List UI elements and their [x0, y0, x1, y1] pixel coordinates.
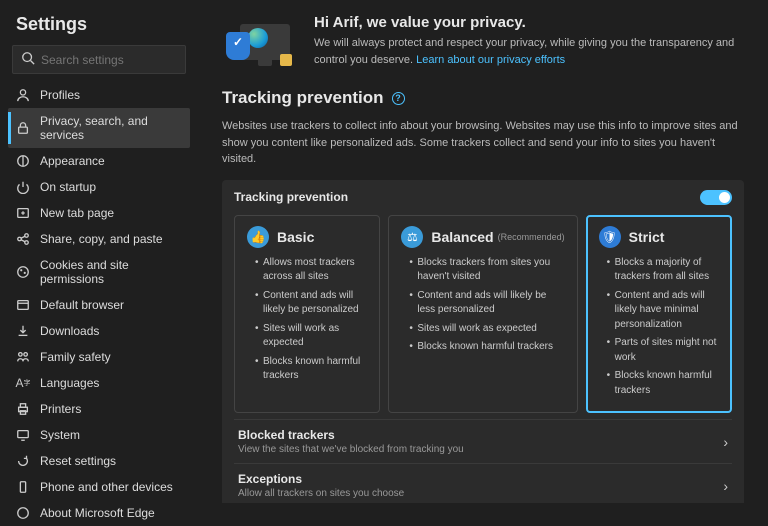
sidebar-item-label: Privacy, search, and services	[40, 114, 182, 142]
card-subtitle: (Recommended)	[498, 232, 565, 242]
sidebar-nav: Profiles Privacy, search, and services A…	[8, 82, 190, 526]
appearance-icon	[16, 154, 30, 168]
sidebar-item-label: Cookies and site permissions	[40, 258, 182, 286]
tracking-section-title: Tracking prevention ?	[222, 88, 744, 108]
balanced-icon: ⚖	[401, 226, 423, 248]
hero-title: Hi Arif, we value your privacy.	[314, 14, 744, 31]
sidebar-item-label: Printers	[40, 402, 81, 416]
phone-icon	[16, 480, 30, 494]
sidebar-item-about[interactable]: About Microsoft Edge	[8, 500, 190, 526]
sidebar-item-profiles[interactable]: Profiles	[8, 82, 190, 108]
sidebar-item-family[interactable]: Family safety	[8, 344, 190, 370]
tracking-panel: Tracking prevention 👍Basic Allows most t…	[222, 180, 744, 504]
panel-label: Tracking prevention	[234, 190, 348, 204]
sidebar-item-languages[interactable]: A字 Languages	[8, 370, 190, 396]
share-icon	[16, 232, 30, 246]
sidebar-item-label: Reset settings	[40, 454, 116, 468]
search-input[interactable]	[41, 53, 196, 67]
sidebar-item-privacy[interactable]: Privacy, search, and services	[8, 108, 190, 148]
sidebar-item-share[interactable]: Share, copy, and paste	[8, 226, 190, 252]
sidebar-item-startup[interactable]: On startup	[8, 174, 190, 200]
main-content: Hi Arif, we value your privacy. We will …	[198, 0, 768, 503]
hero-illustration	[222, 14, 294, 70]
edge-icon	[16, 506, 30, 520]
search-box[interactable]	[12, 45, 186, 74]
chevron-right-icon: ›	[723, 478, 728, 494]
printer-icon	[16, 402, 30, 416]
system-icon	[16, 428, 30, 442]
sidebar-item-label: Profiles	[40, 88, 80, 102]
sidebar-item-label: Appearance	[40, 154, 105, 168]
exceptions-row[interactable]: ExceptionsAllow all trackers on sites yo…	[234, 463, 732, 503]
sidebar-item-label: Phone and other devices	[40, 480, 173, 494]
tracking-toggle[interactable]	[700, 190, 732, 205]
sidebar-item-phone[interactable]: Phone and other devices	[8, 474, 190, 500]
privacy-efforts-link[interactable]: Learn about our privacy efforts	[416, 54, 565, 66]
sidebar-item-label: About Microsoft Edge	[40, 506, 155, 520]
hero-text: We will always protect and respect your …	[314, 35, 744, 68]
sidebar-item-label: Languages	[40, 376, 99, 390]
strict-icon: 🛡	[599, 226, 621, 248]
sidebar-item-label: New tab page	[40, 206, 114, 220]
chevron-right-icon: ›	[723, 434, 728, 450]
search-icon	[21, 51, 35, 68]
sidebar-item-label: Family safety	[40, 350, 111, 364]
sidebar-item-label: Downloads	[40, 324, 99, 338]
card-title: Balanced	[431, 229, 493, 245]
sidebar-item-system[interactable]: System	[8, 422, 190, 448]
sidebar-item-printers[interactable]: Printers	[8, 396, 190, 422]
card-basic[interactable]: 👍Basic Allows most trackers across all s…	[234, 215, 380, 414]
sidebar-item-appearance[interactable]: Appearance	[8, 148, 190, 174]
tracking-desc: Websites use trackers to collect info ab…	[222, 118, 744, 168]
browser-icon	[16, 298, 30, 312]
info-icon[interactable]: ?	[392, 92, 405, 105]
lock-icon	[16, 121, 30, 135]
sidebar-item-label: System	[40, 428, 80, 442]
card-title: Basic	[277, 229, 314, 245]
sidebar: Settings Profiles Privacy, search, and s…	[0, 0, 198, 503]
sidebar-item-newtab[interactable]: New tab page	[8, 200, 190, 226]
newtab-icon	[16, 206, 30, 220]
sidebar-item-downloads[interactable]: Downloads	[8, 318, 190, 344]
reset-icon	[16, 454, 30, 468]
card-balanced[interactable]: ⚖Balanced(Recommended) Blocks trackers f…	[388, 215, 577, 414]
sidebar-item-label: Share, copy, and paste	[40, 232, 163, 246]
profile-icon	[16, 88, 30, 102]
sidebar-item-label: Default browser	[40, 298, 124, 312]
blocked-trackers-row[interactable]: Blocked trackersView the sites that we'v…	[234, 419, 732, 463]
sidebar-item-reset[interactable]: Reset settings	[8, 448, 190, 474]
download-icon	[16, 324, 30, 338]
cookies-icon	[16, 265, 30, 279]
sidebar-item-cookies[interactable]: Cookies and site permissions	[8, 252, 190, 292]
card-strict[interactable]: 🛡Strict Blocks a majority of trackers fr…	[586, 215, 732, 414]
family-icon	[16, 350, 30, 364]
privacy-hero: Hi Arif, we value your privacy. We will …	[222, 14, 744, 70]
power-icon	[16, 180, 30, 194]
basic-icon: 👍	[247, 226, 269, 248]
card-title: Strict	[629, 229, 665, 245]
sidebar-item-label: On startup	[40, 180, 96, 194]
sidebar-item-default[interactable]: Default browser	[8, 292, 190, 318]
language-icon: A字	[16, 376, 30, 390]
settings-title: Settings	[8, 10, 190, 45]
